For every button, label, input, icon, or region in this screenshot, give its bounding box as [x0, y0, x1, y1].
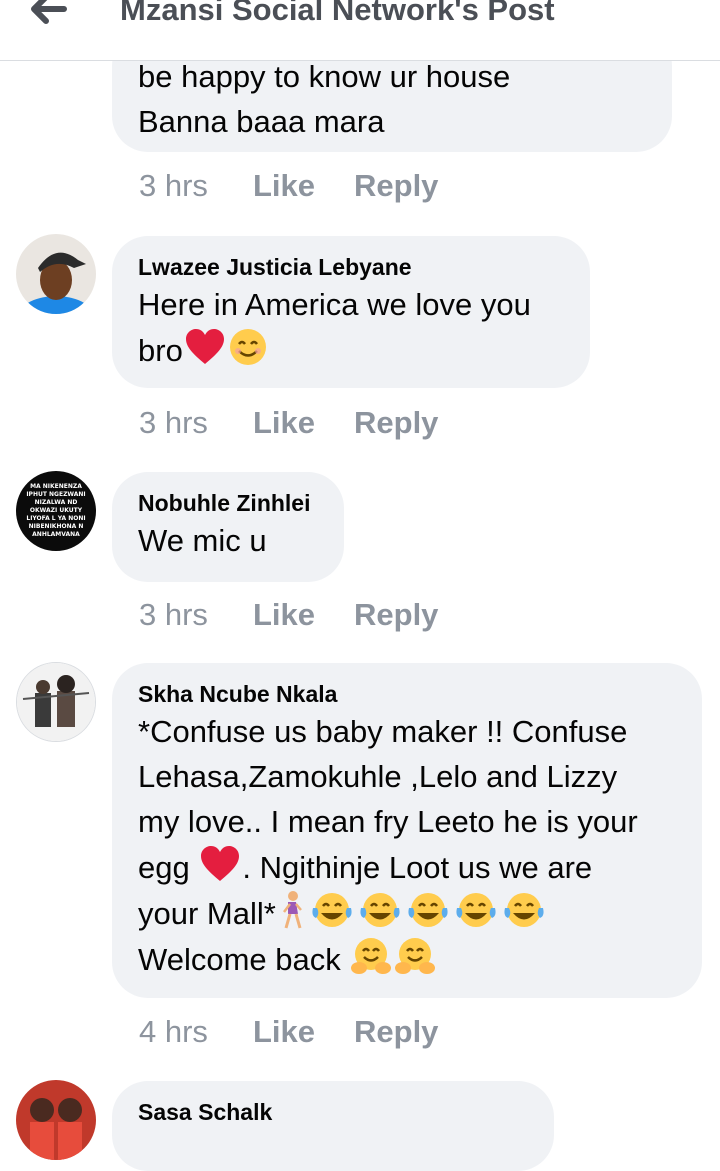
like-button[interactable]: Like [253, 597, 354, 633]
avatar-text: MA NIKENENZA IPHUT NGEZWANI NIZALWA ND O… [26, 483, 86, 538]
like-button[interactable]: Like [253, 1014, 354, 1050]
comment-actions: 3 hrs Like Reply [139, 405, 438, 441]
page-title: Mzansi Social Network's Post [120, 0, 555, 27]
red-heart-icon [185, 329, 224, 364]
comment-text: We mic u [138, 523, 267, 558]
reply-button[interactable]: Reply [354, 405, 438, 441]
comment-bubble: Skha Ncube Nkala *Confuse us baby maker … [112, 663, 702, 998]
comment-text: Lehasa,Zamokuhle ,Lelo and Lizzy [138, 759, 618, 794]
commenter-name[interactable]: Lwazee Justicia Lebyane [138, 252, 564, 282]
comment-time: 3 hrs [139, 405, 208, 440]
tears-of-joy-icon [312, 893, 352, 927]
comment-text-line: bro [138, 327, 564, 373]
avatar[interactable] [16, 234, 96, 314]
comment-text: bro [138, 333, 183, 368]
avatar[interactable] [16, 662, 96, 742]
commenter-name[interactable]: Sasa Schalk [138, 1097, 528, 1127]
comment-text: Welcome back [138, 942, 341, 977]
comment-text: . Ngithinje Loot us we are [242, 850, 593, 885]
comment-text-line: Welcome back [138, 936, 676, 982]
smiling-face-icon [229, 329, 266, 365]
comment-text-line: egg . Ngithinje Loot us we are [138, 844, 676, 890]
comment-bubble: Lwazee Justicia Lebyane Here in America … [112, 236, 590, 388]
reply-button[interactable]: Reply [354, 597, 438, 633]
comment-time: 3 hrs [139, 168, 208, 203]
comment-text-line: your Mall* [138, 890, 676, 936]
avatar[interactable] [16, 1080, 96, 1160]
tears-of-joy-icon [360, 893, 400, 927]
comment-text: my love.. I mean fry Leeto he is your [138, 804, 638, 839]
comment-text: Banna baaa mara [138, 104, 385, 139]
red-heart-icon [201, 846, 240, 881]
comment-time: 3 hrs [139, 597, 208, 632]
tears-of-joy-icon [504, 893, 544, 927]
arrow-left-icon[interactable] [28, 0, 68, 26]
comment-actions: 3 hrs Like Reply [139, 597, 438, 633]
tears-of-joy-icon [408, 893, 448, 927]
comment-actions: 4 hrs Like Reply [139, 1014, 438, 1050]
comment-text: egg [138, 850, 190, 885]
avatar[interactable]: MA NIKENENZA IPHUT NGEZWANI NIZALWA ND O… [16, 471, 96, 551]
commenter-name[interactable]: Skha Ncube Nkala [138, 679, 676, 709]
like-button[interactable]: Like [253, 168, 354, 204]
tears-of-joy-icon [456, 893, 496, 927]
comment-text: your Mall* [138, 896, 276, 931]
hugging-face-icon [351, 938, 392, 974]
comment-time: 4 hrs [139, 1014, 208, 1049]
reply-button[interactable]: Reply [354, 168, 438, 204]
comment-text: Here in America we love you [138, 287, 531, 322]
comment-actions: 3 hrs Like Reply [139, 168, 438, 204]
comment-bubble: Sasa Schalk [112, 1081, 554, 1171]
reply-button[interactable]: Reply [354, 1014, 438, 1050]
comment-text: *Confuse us baby maker !! Confuse [138, 714, 628, 749]
like-button[interactable]: Like [253, 405, 354, 441]
top-bar: Mzansi Social Network's Post [0, 0, 720, 61]
comment-bubble: Nobuhle Zinhlei We mic u [112, 472, 344, 582]
hugging-face-icon [395, 938, 436, 974]
commenter-name[interactable]: Nobuhle Zinhlei [138, 488, 318, 518]
woman-walking-icon [282, 891, 302, 929]
